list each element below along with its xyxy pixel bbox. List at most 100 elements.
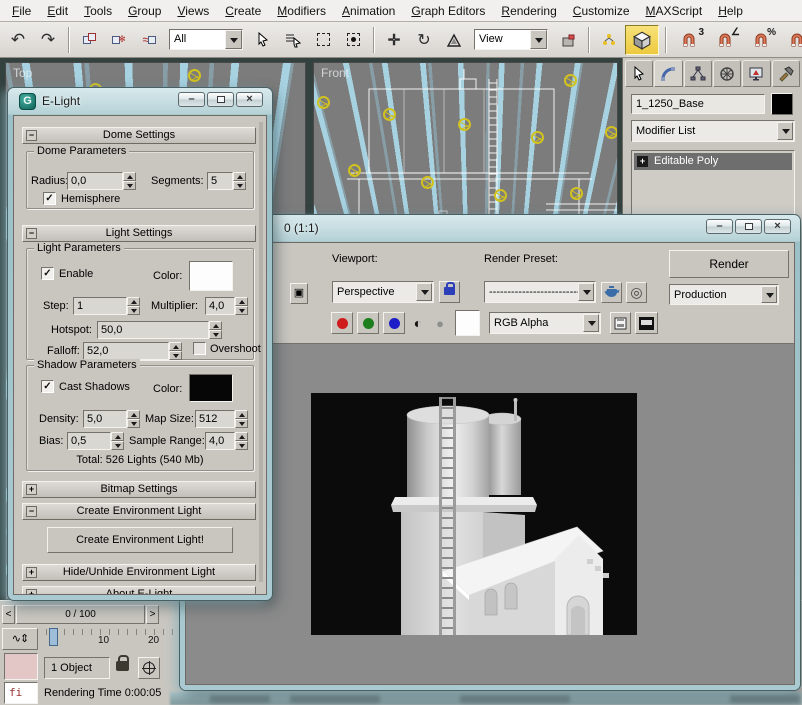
rollout-create-environment-light[interactable]: −Create Environment Light	[22, 503, 256, 520]
falloff-spinner[interactable]	[169, 342, 182, 360]
radius-spinner[interactable]	[123, 172, 136, 190]
snaps-toggle-button[interactable]	[625, 25, 659, 55]
enable-checkbox[interactable]: ✓	[41, 267, 54, 280]
menu-views[interactable]: Views	[169, 1, 217, 21]
multiplier-spinner[interactable]	[235, 297, 248, 315]
light-gizmo-icon[interactable]	[421, 176, 434, 189]
menu-create[interactable]: Create	[217, 1, 269, 21]
shadow-color-swatch[interactable]	[189, 374, 233, 402]
light-gizmo-icon[interactable]	[605, 126, 618, 139]
rfw-titlebar[interactable]: 0 (1:1) – ×	[180, 215, 800, 242]
reference-coordinate-select[interactable]: View	[474, 29, 548, 50]
viewport-select[interactable]: Perspective	[332, 281, 434, 303]
undo-icon[interactable]: ↶	[4, 26, 32, 54]
select-and-move-icon[interactable]: ✛	[380, 26, 408, 54]
chevron-down-icon[interactable]	[416, 283, 432, 301]
light-gizmo-icon[interactable]	[348, 164, 361, 177]
stack-item-editable-poly[interactable]: + Editable Poly	[634, 153, 792, 170]
menu-tools[interactable]: Tools	[76, 1, 120, 21]
step-field[interactable]: 1	[73, 297, 127, 315]
elight-dialog[interactable]: G E-Light – × −Dome Settings Dome Parame…	[8, 88, 272, 600]
hotspot-field[interactable]: 50,0	[97, 321, 209, 339]
menu-graph-editors[interactable]: Graph Editors	[403, 1, 493, 21]
object-color-swatch[interactable]	[771, 93, 793, 115]
light-gizmo-icon[interactable]	[564, 74, 577, 87]
hotspot-spinner[interactable]	[209, 321, 222, 339]
clone-rendered-frame-icon[interactable]: ▣	[290, 283, 308, 304]
elight-titlebar[interactable]: G E-Light – ×	[8, 88, 272, 115]
expand-icon[interactable]: +	[637, 156, 648, 167]
multiplier-field[interactable]: 4,0	[205, 297, 235, 315]
rollout-light-settings[interactable]: −Light Settings	[22, 225, 256, 242]
use-pivot-center-icon[interactable]	[554, 26, 582, 54]
menu-animation[interactable]: Animation	[334, 1, 403, 21]
segments-field[interactable]: 5	[207, 172, 233, 190]
chevron-down-icon[interactable]	[530, 30, 547, 49]
render-setup-button[interactable]	[601, 282, 622, 303]
chevron-down-icon[interactable]	[761, 286, 777, 303]
display-toggle-icon[interactable]	[635, 312, 658, 334]
cast-shadows-checkbox[interactable]: ✓	[41, 380, 54, 393]
density-field[interactable]: 5,0	[83, 410, 127, 428]
rollout-about-elight[interactable]: +About E-Light	[22, 586, 256, 595]
light-color-swatch[interactable]	[189, 261, 233, 291]
light-gizmo-icon[interactable]	[317, 96, 330, 109]
hemisphere-checkbox[interactable]: ✓	[43, 192, 56, 205]
menu-modifiers[interactable]: Modifiers	[269, 1, 334, 21]
menu-customize[interactable]: Customize	[565, 1, 638, 21]
layers-icon[interactable]	[610, 312, 631, 334]
sample-range-spinner[interactable]	[235, 432, 248, 450]
absolute-mode-icon[interactable]	[138, 657, 160, 679]
light-gizmo-icon[interactable]	[570, 187, 583, 200]
background-color-swatch[interactable]	[455, 310, 480, 336]
tab-create[interactable]	[625, 60, 653, 87]
percent-snap-icon[interactable]: %	[744, 26, 778, 54]
tab-display[interactable]	[742, 60, 770, 87]
bias-field[interactable]: 0,5	[67, 432, 111, 450]
menu-file[interactable]: File	[4, 1, 39, 21]
tab-hierarchy[interactable]	[684, 60, 712, 87]
segments-spinner[interactable]	[233, 172, 246, 190]
minimize-button[interactable]: –	[178, 92, 205, 107]
chevron-down-icon[interactable]	[225, 30, 242, 49]
chevron-down-icon[interactable]	[578, 283, 594, 301]
tab-utilities[interactable]	[772, 60, 800, 87]
render-frame-window[interactable]: 0 (1:1) – × ▣ Viewport: Perspective Rend…	[180, 215, 800, 690]
monochrome-icon[interactable]: ●	[429, 312, 451, 334]
light-gizmo-icon[interactable]	[531, 131, 544, 144]
menu-maxscript[interactable]: MAXScript	[638, 1, 711, 21]
redo-icon[interactable]: ↷	[34, 26, 62, 54]
channel-display-select[interactable]: RGB Alpha	[489, 312, 601, 334]
select-by-name-icon[interactable]	[279, 26, 307, 54]
rollout-dome-settings[interactable]: −Dome Settings	[22, 127, 256, 144]
maxscript-mini-listener[interactable]: fi	[4, 682, 38, 704]
green-channel-button[interactable]	[357, 312, 379, 334]
rollout-hide-unhide[interactable]: +Hide/Unhide Environment Light	[22, 564, 256, 581]
rectangular-selection-icon[interactable]	[309, 26, 337, 54]
alpha-channel-icon[interactable]: ◐	[407, 312, 429, 334]
maximize-button[interactable]	[207, 92, 234, 107]
prev-frame-button[interactable]: <	[2, 605, 15, 624]
time-marker[interactable]	[49, 628, 58, 646]
red-channel-button[interactable]	[331, 312, 353, 334]
spinner-snap-icon[interactable]: ↕	[780, 26, 802, 54]
selection-lock-icon[interactable]	[116, 661, 129, 671]
bias-spinner[interactable]	[111, 432, 124, 450]
modifier-list-select[interactable]: Modifier List	[631, 120, 795, 142]
create-environment-light-button[interactable]: Create Environment Light!	[47, 527, 233, 553]
selection-filter-select[interactable]: All	[169, 29, 243, 50]
render-mode-select[interactable]: Production	[669, 284, 779, 305]
light-gizmo-icon[interactable]	[188, 69, 201, 82]
sample-range-field[interactable]: 4,0	[205, 432, 235, 450]
menu-help[interactable]: Help	[710, 1, 751, 21]
overshoot-checkbox[interactable]	[193, 342, 206, 355]
minimize-button[interactable]: –	[706, 219, 733, 234]
select-object-icon[interactable]	[249, 26, 277, 54]
radius-field[interactable]: 0,0	[67, 172, 123, 190]
chevron-down-icon[interactable]	[777, 122, 793, 140]
render-preset-select[interactable]: -------------------------	[484, 281, 596, 303]
object-name-field[interactable]: 1_1250_Base	[631, 94, 765, 114]
light-gizmo-icon[interactable]	[383, 108, 396, 121]
bind-to-spacewarp-icon[interactable]: ≈	[135, 26, 163, 54]
lock-to-viewport-button[interactable]	[439, 281, 460, 303]
